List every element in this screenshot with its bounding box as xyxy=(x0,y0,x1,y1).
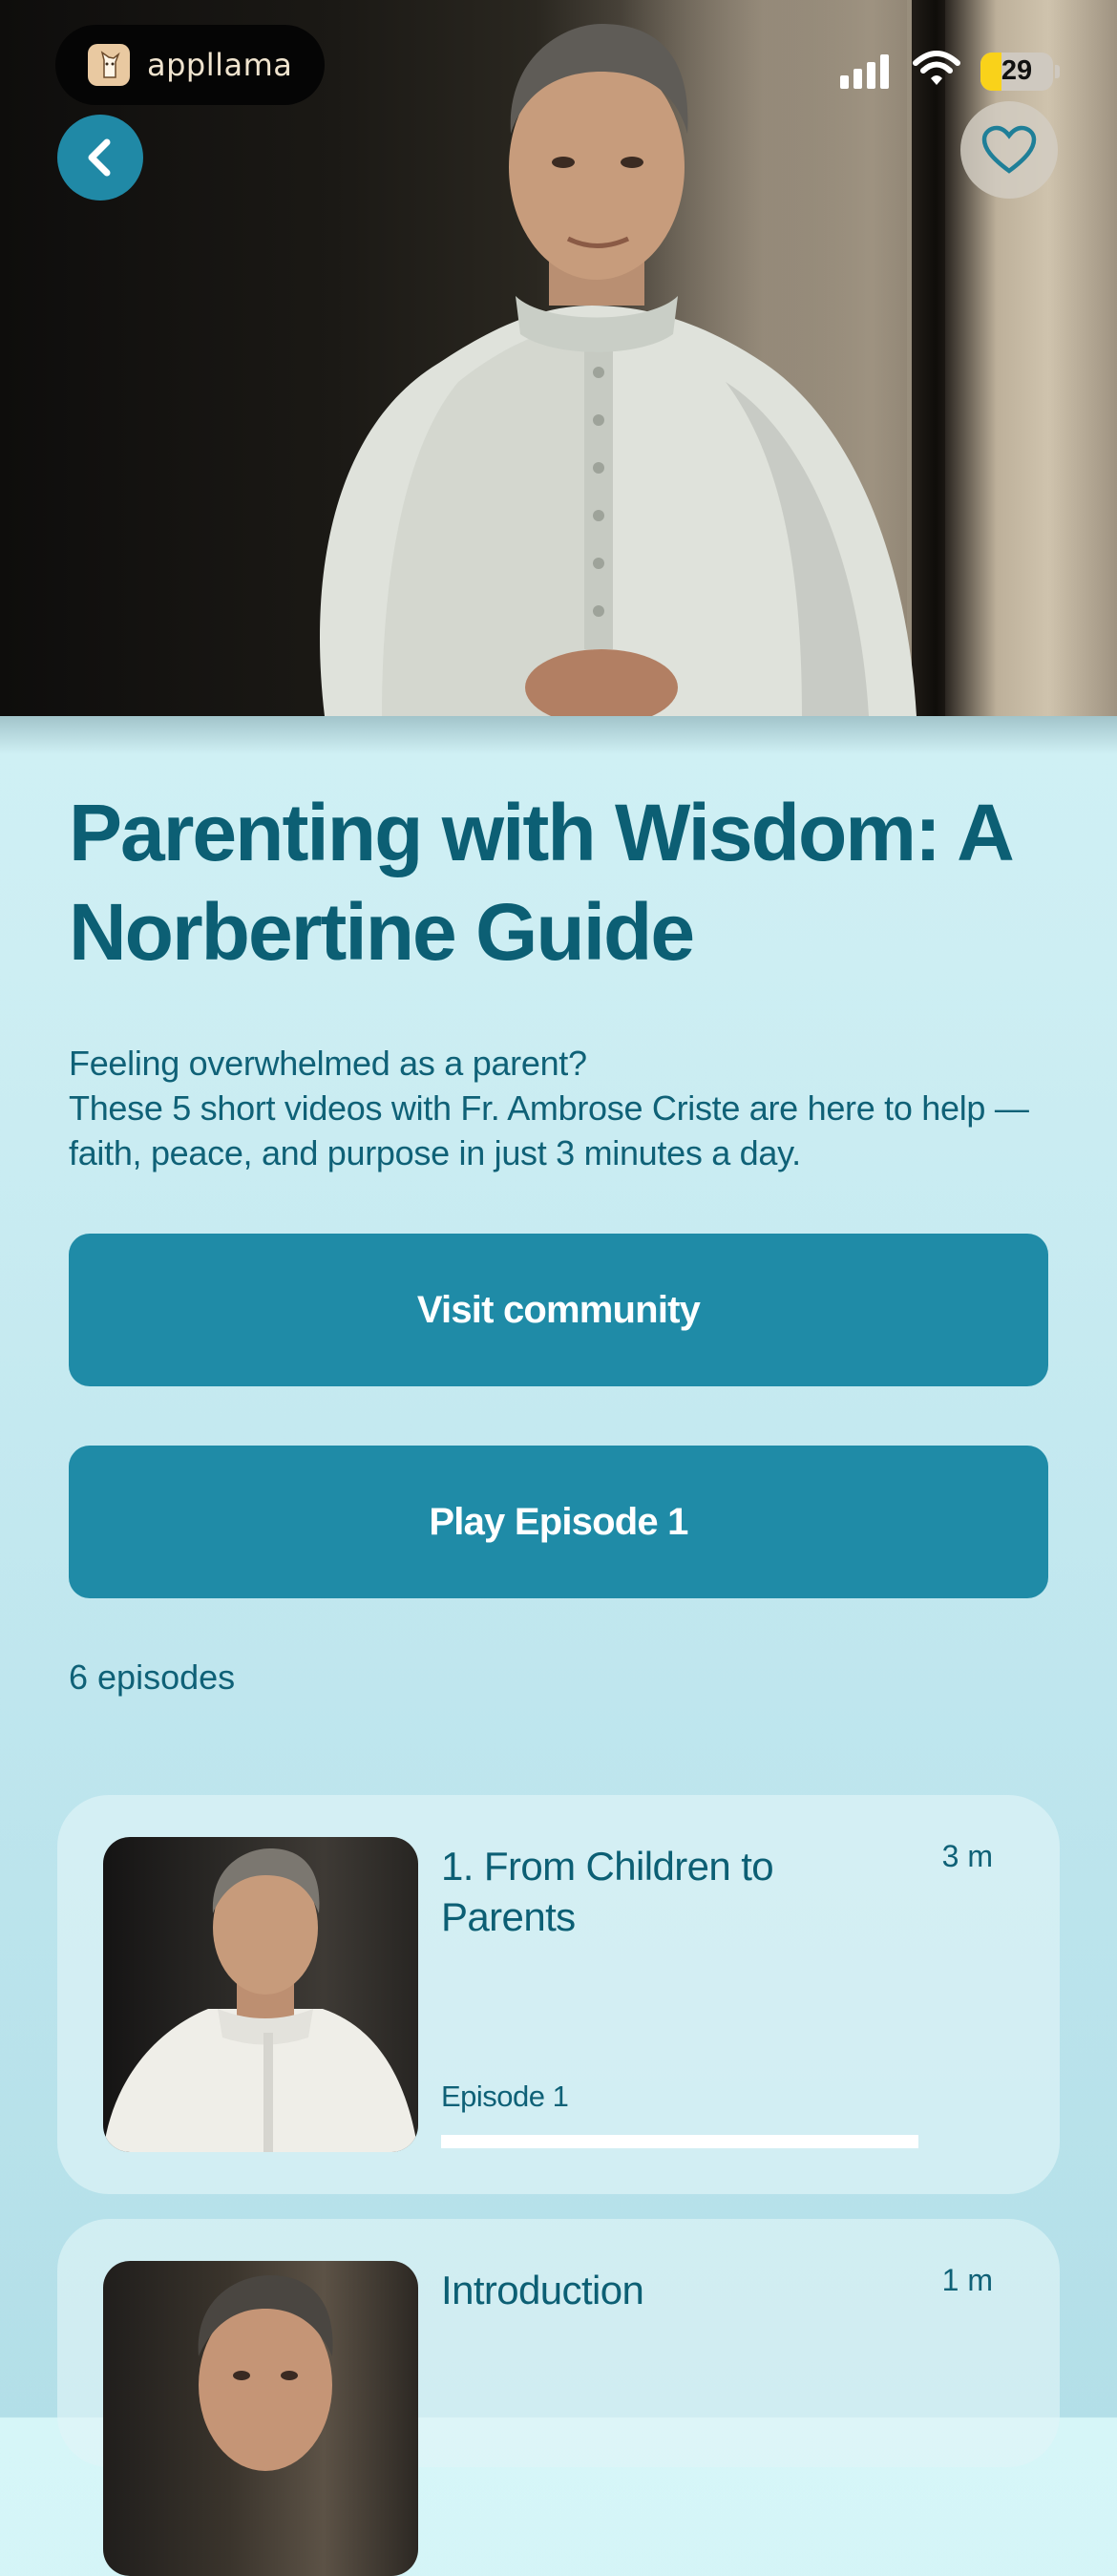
status-bar: 29 xyxy=(840,50,1060,93)
episode-card[interactable]: Introduction 1 m xyxy=(57,2219,1060,2576)
signal-bar xyxy=(880,53,889,89)
chevron-left-icon xyxy=(88,138,111,177)
episode-count: 6 episodes xyxy=(69,1658,236,1697)
description-line: Feeling overwhelmed as a parent? xyxy=(69,1044,587,1083)
episode-duration: 1 m xyxy=(941,2263,993,2297)
heart-outline-icon xyxy=(981,125,1037,174)
episode-duration: 3 m xyxy=(941,1839,993,1873)
visit-community-button[interactable]: Visit community xyxy=(69,1234,1048,1386)
episode-label: Episode 1 xyxy=(441,2080,569,2113)
episode-progress-fill xyxy=(441,2135,918,2148)
cellular-signal-icon xyxy=(840,53,889,89)
course-title: Parenting with Wisdom: A Norbertine Guid… xyxy=(69,788,1012,977)
battery-level: 29 xyxy=(1001,55,1033,86)
signal-bar xyxy=(854,68,862,89)
episode-thumbnail xyxy=(103,1837,418,2152)
back-button[interactable] xyxy=(57,115,143,201)
brand-name: appllama xyxy=(147,47,293,83)
favorite-button[interactable] xyxy=(960,101,1058,199)
episode-card[interactable]: 1. From Children to Parents 3 m Episode … xyxy=(57,1795,1060,2194)
battery-icon: 29 xyxy=(980,52,1053,91)
signal-bar xyxy=(840,74,849,89)
episode-thumbnail xyxy=(103,2261,418,2576)
play-episode-button[interactable]: Play Episode 1 xyxy=(69,1446,1048,1598)
description-line: These 5 short videos with Fr. Ambrose Cr… xyxy=(69,1088,1029,1172)
llama-logo-icon xyxy=(88,44,130,86)
course-description: Feeling overwhelmed as a parent? These 5… xyxy=(69,1041,1062,1175)
episode-title: Introduction xyxy=(441,2268,644,2312)
episode-title: 1. From Children to Parents xyxy=(441,1844,774,1939)
signal-bar xyxy=(867,61,875,89)
hero-image xyxy=(0,0,1117,716)
episode-progress-bar xyxy=(441,2135,918,2148)
brand-badge: appllama xyxy=(55,25,325,105)
wifi-icon xyxy=(912,50,961,93)
priest-figure xyxy=(320,24,917,716)
